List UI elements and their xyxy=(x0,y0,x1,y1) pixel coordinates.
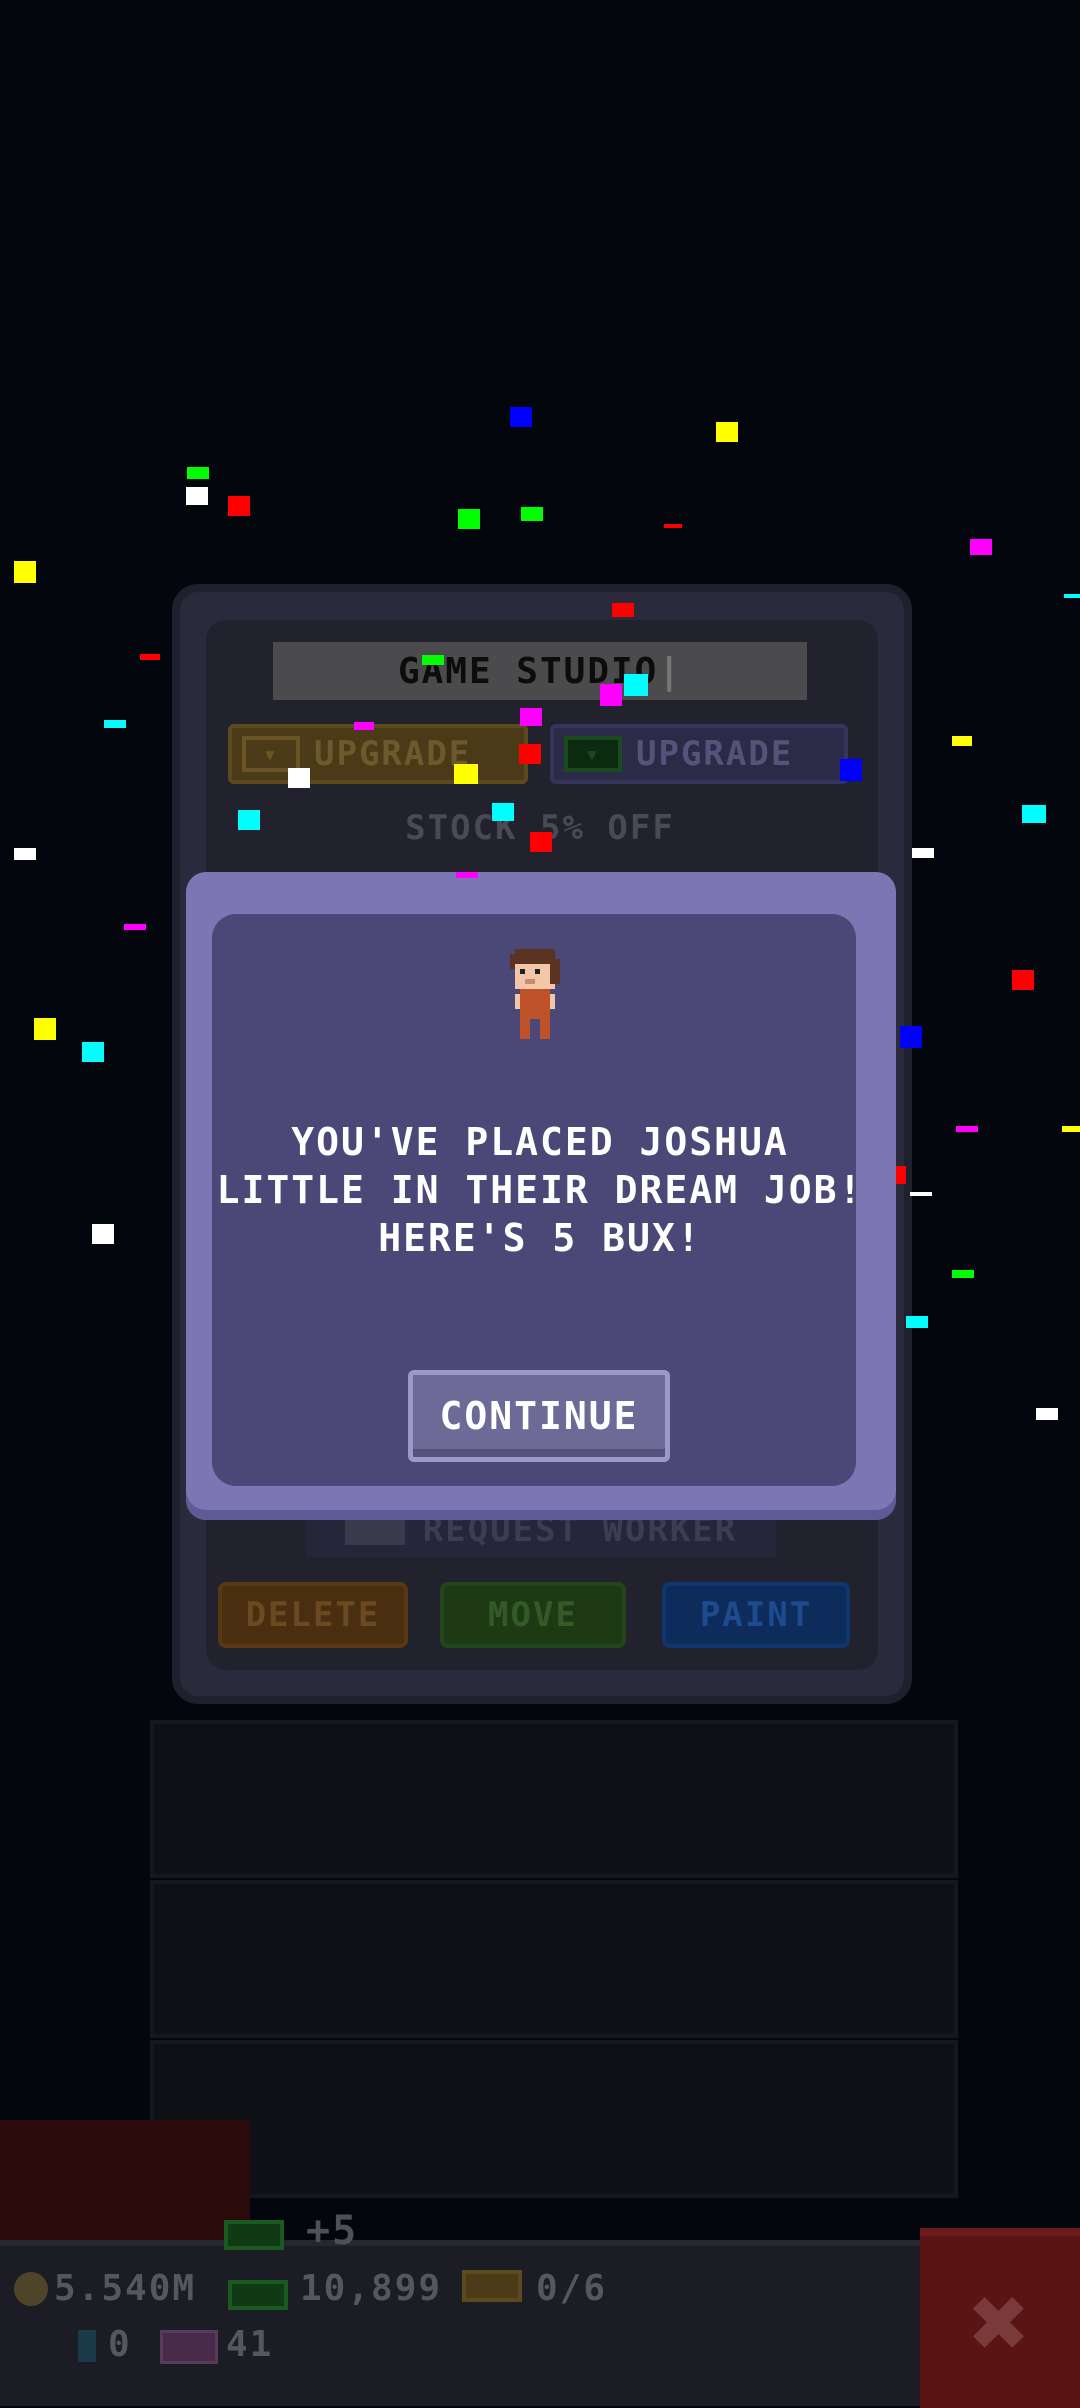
confetti-piece xyxy=(952,736,972,746)
confetti-piece xyxy=(952,1270,974,1278)
bux-icon: ▼ xyxy=(564,736,622,772)
confetti-piece xyxy=(1064,594,1080,598)
confetti-piece xyxy=(906,1316,928,1328)
tickets-value: 0/6 xyxy=(536,2268,608,2309)
reward-message-line: LITTLE IN THEIR DREAM JOB! xyxy=(216,1168,864,1212)
coin-icon xyxy=(14,2272,48,2306)
ticket-icon xyxy=(462,2270,522,2302)
confetti-piece xyxy=(454,764,478,784)
move-button[interactable]: MOVE xyxy=(440,1582,626,1648)
floor-name-field[interactable]: GAME STUDIO | xyxy=(273,642,807,700)
confetti-piece xyxy=(910,1192,932,1196)
confetti-piece xyxy=(288,768,310,788)
upgrade-bux-label: UPGRADE xyxy=(636,734,794,774)
close-button[interactable]: ✖ xyxy=(920,2228,1080,2408)
coins-value: 5.540M xyxy=(54,2268,197,2309)
confetti-piece xyxy=(519,744,541,764)
confetti-piece xyxy=(912,848,934,858)
confetti-piece xyxy=(92,1224,114,1244)
confetti-piece xyxy=(82,1042,104,1062)
confetti-piece xyxy=(1036,1408,1058,1420)
confetti-piece xyxy=(187,467,209,479)
upgrade-bux-button[interactable]: ▼ UPGRADE xyxy=(550,724,848,784)
gem-icon xyxy=(78,2330,96,2362)
continue-button[interactable]: CONTINUE xyxy=(408,1370,670,1462)
confetti-piece xyxy=(14,561,36,583)
close-icon: ✖ xyxy=(969,2263,1031,2381)
background-floor xyxy=(150,1880,958,2038)
confetti-piece xyxy=(716,422,738,442)
bux-value: 10,899 xyxy=(300,2268,443,2309)
confetti-piece xyxy=(624,674,648,696)
reward-message-line: YOU'VE PLACED JOSHUA xyxy=(291,1120,789,1164)
reward-message-line: HERE'S 5 BUX! xyxy=(378,1216,702,1260)
bux-icon xyxy=(228,2280,288,2310)
paint-button[interactable]: PAINT xyxy=(662,1582,850,1648)
confetti-piece xyxy=(1012,970,1034,990)
confetti-piece xyxy=(458,509,480,529)
upgrade-coin-label: UPGRADE xyxy=(314,734,472,774)
confetti-piece xyxy=(956,1126,978,1132)
confetti-piece xyxy=(896,1166,906,1184)
confetti-piece xyxy=(34,1018,56,1040)
vip-icon xyxy=(160,2330,218,2364)
confetti-piece xyxy=(14,848,36,860)
confetti-piece xyxy=(492,803,514,821)
bux-gain-icon xyxy=(224,2220,284,2250)
coin-ticket-icon: ▼ xyxy=(242,736,300,772)
bottom-status-bar xyxy=(0,2240,1080,2406)
confetti-piece xyxy=(520,708,542,726)
delete-button[interactable]: DELETE xyxy=(218,1582,408,1648)
confetti-piece xyxy=(354,722,374,730)
confetti-piece xyxy=(422,655,444,665)
confetti-piece xyxy=(521,507,543,521)
gems-value: 0 xyxy=(108,2324,132,2365)
confetti-piece xyxy=(104,720,126,728)
confetti-piece xyxy=(1022,805,1046,823)
worker-avatar xyxy=(510,949,560,1039)
confetti-piece xyxy=(664,524,682,528)
bux-gain-text: +5 xyxy=(306,2208,359,2254)
confetti-piece xyxy=(228,496,250,516)
confetti-piece xyxy=(510,407,532,427)
confetti-piece xyxy=(238,810,260,830)
vip-value: 41 xyxy=(226,2324,274,2365)
reward-message: YOU'VE PLACED JOSHUA LITTLE IN THEIR DRE… xyxy=(214,1118,866,1262)
confetti-piece xyxy=(186,487,208,505)
confetti-piece xyxy=(840,759,862,781)
background-elevator xyxy=(0,2120,250,2240)
confetti-piece xyxy=(600,684,622,706)
confetti-piece xyxy=(140,654,160,660)
confetti-piece xyxy=(530,832,552,852)
confetti-piece xyxy=(1062,1126,1080,1132)
background-floor xyxy=(150,2040,958,2198)
confetti-piece xyxy=(456,872,478,878)
background-floor xyxy=(150,1720,958,1878)
confetti-piece xyxy=(612,603,634,617)
confetti-piece xyxy=(124,924,146,930)
confetti-piece xyxy=(970,539,992,555)
upgrade-coin-button[interactable]: ▼ UPGRADE xyxy=(228,724,528,784)
confetti-piece xyxy=(900,1026,922,1048)
